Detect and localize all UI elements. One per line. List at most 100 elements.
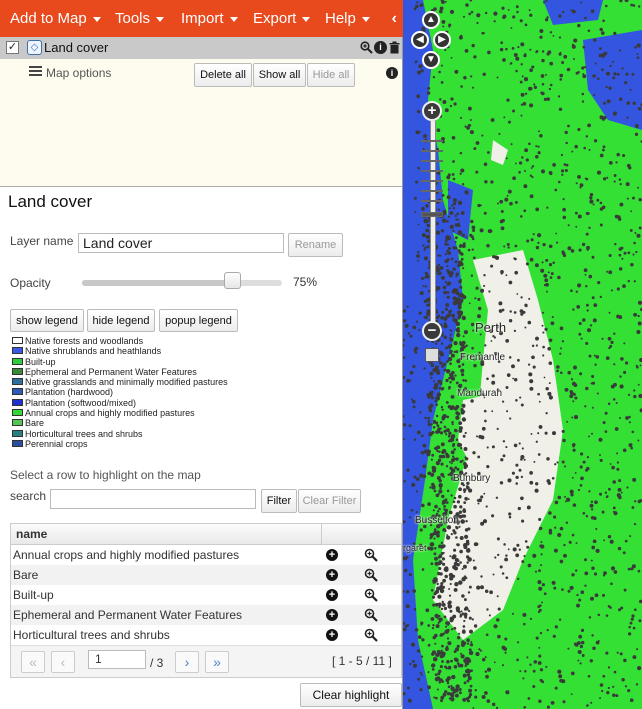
search-input[interactable] bbox=[50, 489, 256, 509]
pan-down-icon[interactable]: ▼ bbox=[422, 51, 440, 69]
row-name: Built-up bbox=[13, 588, 54, 602]
info-icon[interactable]: i bbox=[386, 67, 398, 79]
pan-up-icon[interactable]: ▲ bbox=[422, 11, 440, 29]
menu-export[interactable]: Export bbox=[253, 0, 311, 37]
zoom-in-icon[interactable]: + bbox=[422, 101, 442, 121]
zoom-slider-handle[interactable] bbox=[421, 212, 443, 217]
delete-all-button[interactable]: Delete all bbox=[194, 63, 252, 87]
opacity-label: Opacity bbox=[10, 276, 51, 290]
map-label-bunbury: Bunbury bbox=[453, 473, 491, 484]
zoom-tick[interactable] bbox=[421, 170, 443, 172]
add-icon[interactable]: + bbox=[326, 569, 338, 581]
chevron-down-icon bbox=[229, 16, 238, 22]
layer-visibility-checkbox[interactable]: ✓ bbox=[6, 41, 19, 54]
zoom-to-feature-icon[interactable] bbox=[364, 588, 378, 602]
legend-swatch bbox=[12, 439, 23, 447]
zoom-tick[interactable] bbox=[421, 190, 443, 192]
map-label-perth: Perth bbox=[475, 320, 507, 335]
zoom-tick[interactable] bbox=[421, 140, 443, 142]
layer-name: Land cover bbox=[44, 40, 109, 55]
table-row[interactable]: Built-up + bbox=[11, 585, 401, 605]
menu-import[interactable]: Import bbox=[181, 0, 238, 37]
layer-row[interactable]: ✓ ◇ Land cover i bbox=[0, 37, 402, 59]
chevron-down-icon bbox=[302, 16, 311, 22]
legend-label: Native forests and woodlands bbox=[25, 336, 144, 346]
zoom-to-feature-icon[interactable] bbox=[364, 608, 378, 622]
legend-item: Native grasslands and minimally modified… bbox=[12, 377, 228, 387]
add-icon[interactable]: + bbox=[326, 629, 338, 641]
page-range: [ 1 - 5 / 11 ] bbox=[332, 654, 392, 668]
legend-item: Plantation (hardwood) bbox=[12, 387, 228, 397]
page-total: / 3 bbox=[150, 656, 164, 670]
show-legend-button[interactable]: show legend bbox=[10, 309, 84, 332]
pan-left-icon[interactable]: ◀ bbox=[411, 31, 429, 49]
show-all-button[interactable]: Show all bbox=[253, 63, 306, 87]
legend-label: Perennial crops bbox=[25, 438, 88, 449]
add-icon[interactable]: + bbox=[326, 589, 338, 601]
feature-table: name Annual crops and highly modified pa… bbox=[10, 523, 402, 678]
menu-add-to-map[interactable]: Add to Map bbox=[10, 0, 101, 37]
delete-icon[interactable] bbox=[388, 41, 401, 54]
menu-tools[interactable]: Tools bbox=[115, 0, 165, 37]
zoom-tick[interactable] bbox=[421, 200, 443, 202]
legend-swatch bbox=[12, 419, 23, 427]
pan-right-icon[interactable]: ▶ bbox=[433, 31, 451, 49]
map-options-link[interactable]: Map options bbox=[46, 66, 111, 80]
legend-label: Ephemeral and Permanent Water Features bbox=[25, 366, 197, 377]
layers-icon[interactable] bbox=[425, 348, 439, 362]
menu-bar: Add to Map Tools Import Export Help ‹ bbox=[0, 0, 403, 37]
opacity-slider[interactable] bbox=[82, 280, 282, 286]
legend-label: Native grasslands and minimally modified… bbox=[25, 377, 228, 388]
legend-swatch bbox=[12, 378, 23, 386]
filter-button[interactable]: Filter bbox=[261, 489, 297, 513]
map-label-busselton: Busselton bbox=[415, 515, 459, 526]
opacity-slider-fill bbox=[82, 280, 232, 286]
zoom-tick[interactable] bbox=[421, 150, 443, 152]
legend-label: Plantation (hardwood) bbox=[25, 387, 114, 398]
chevron-left-icon[interactable]: ‹ bbox=[392, 0, 397, 37]
zoom-to-feature-icon[interactable] bbox=[364, 628, 378, 642]
add-icon[interactable]: + bbox=[326, 609, 338, 621]
zoom-to-feature-icon[interactable] bbox=[364, 568, 378, 582]
table-row[interactable]: Horticultural trees and shrubs + bbox=[11, 625, 401, 645]
table-hint: Select a row to highlight on the map bbox=[10, 468, 201, 482]
add-icon[interactable]: + bbox=[326, 549, 338, 561]
prev-page-button[interactable]: ‹ bbox=[51, 651, 75, 673]
last-page-button[interactable]: » bbox=[205, 651, 229, 673]
popup-legend-button[interactable]: popup legend bbox=[159, 309, 238, 332]
info-icon[interactable]: i bbox=[374, 41, 387, 54]
first-page-button[interactable]: « bbox=[21, 651, 45, 673]
zoom-to-layer-icon[interactable] bbox=[360, 41, 373, 54]
layer-name-input[interactable]: Land cover bbox=[78, 233, 284, 253]
opacity-value: 75% bbox=[293, 275, 318, 289]
column-header-name[interactable]: name bbox=[16, 527, 47, 541]
clear-filter-button[interactable]: Clear Filter bbox=[298, 489, 361, 513]
map-label-mandurah: Mandurah bbox=[457, 388, 503, 399]
next-page-button[interactable]: › bbox=[175, 651, 199, 673]
chevron-down-icon bbox=[361, 16, 370, 22]
page-number-input[interactable]: 1 bbox=[88, 650, 146, 669]
zoom-out-icon[interactable]: − bbox=[422, 321, 442, 341]
table-row[interactable]: Bare + bbox=[11, 565, 401, 585]
table-row[interactable]: Annual crops and highly modified pasture… bbox=[11, 545, 401, 565]
opacity-slider-handle[interactable] bbox=[224, 272, 241, 289]
table-row[interactable]: Ephemeral and Permanent Water Features + bbox=[11, 605, 401, 625]
legend-swatch bbox=[12, 388, 23, 396]
clear-highlight-button[interactable]: Clear highlight bbox=[300, 683, 402, 707]
legend-item: Horticultural trees and shrubs bbox=[12, 429, 228, 439]
legend-item: Native shrublands and heathlands bbox=[12, 346, 228, 356]
zoom-tick[interactable] bbox=[421, 180, 443, 182]
panel-title: Land cover bbox=[8, 192, 93, 211]
legend-item: Ephemeral and Permanent Water Features bbox=[12, 367, 228, 377]
layer-type-icon: ◇ bbox=[27, 40, 42, 55]
menu-help[interactable]: Help bbox=[325, 0, 370, 37]
row-name: Bare bbox=[13, 568, 39, 582]
rename-button[interactable]: Rename bbox=[288, 233, 343, 257]
hide-all-button[interactable]: Hide all bbox=[307, 63, 355, 87]
zoom-tick[interactable] bbox=[421, 160, 443, 162]
map-view[interactable]: ▲ ◀ ▶ ▼ + − Perth Fremantle Mandurah Bun… bbox=[403, 0, 642, 709]
hide-legend-button[interactable]: hide legend bbox=[87, 309, 155, 332]
zoom-to-feature-icon[interactable] bbox=[364, 548, 378, 562]
menu-label: Help bbox=[325, 10, 356, 27]
legend-item: Built-up bbox=[12, 357, 228, 367]
